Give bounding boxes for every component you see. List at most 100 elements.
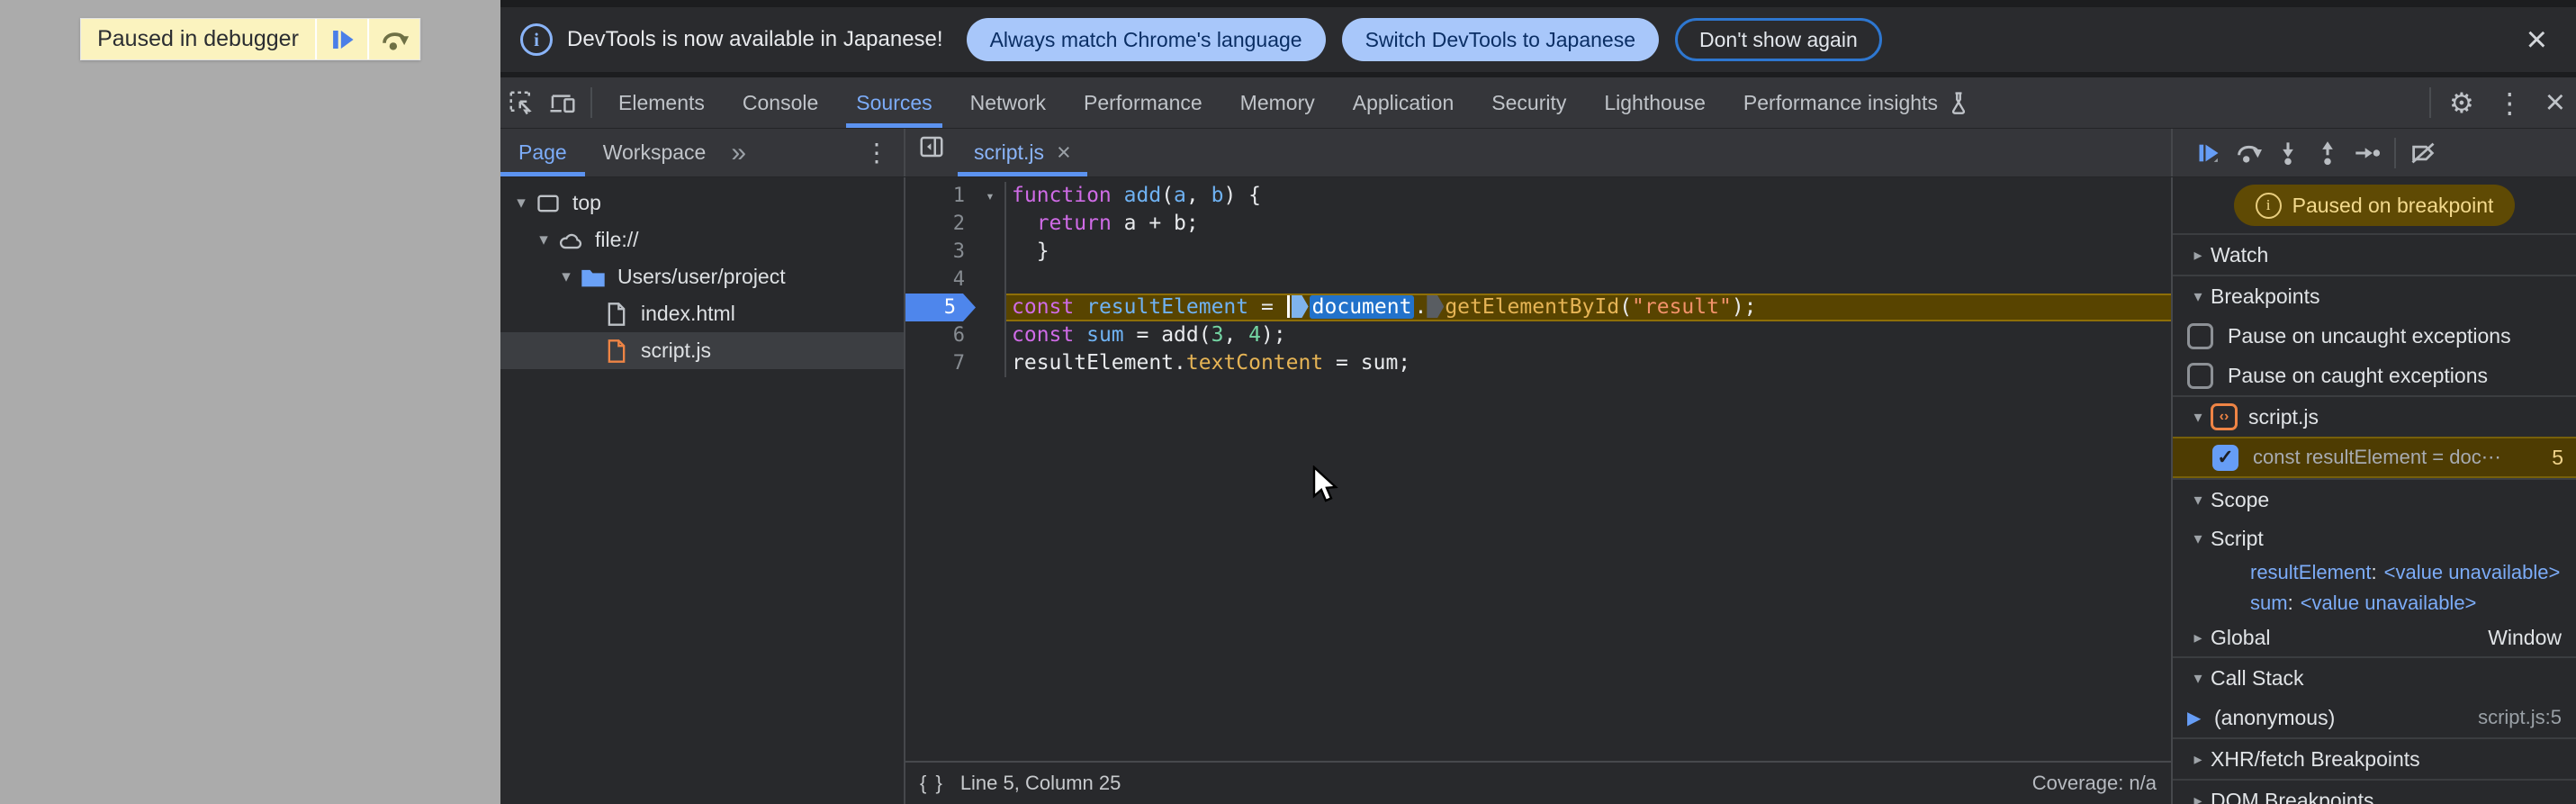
tree-item-script-js[interactable]: script.js xyxy=(500,332,904,369)
scope-variable-row[interactable]: sum: <value unavailable> xyxy=(2173,588,2576,619)
pause-uncaught-exceptions-row[interactable]: Pause on uncaught exceptions xyxy=(2173,316,2576,356)
devtools-close-icon[interactable]: × xyxy=(2535,86,2576,120)
expanded-arrow-icon[interactable]: ▾ xyxy=(2185,529,2211,548)
tree-item-project-folder[interactable]: ▾ Users/user/project xyxy=(500,258,904,295)
code-line-text[interactable]: return a + b; xyxy=(1004,210,2171,238)
tab-workspace[interactable]: Workspace xyxy=(585,129,725,176)
editor-tab-script-js[interactable]: script.js × xyxy=(958,129,1087,176)
tab-network[interactable]: Network xyxy=(951,77,1065,128)
tab-performance-insights[interactable]: Performance insights xyxy=(1725,77,1989,128)
scope-script-group[interactable]: ▾ Script xyxy=(2173,519,2576,557)
section-breakpoints[interactable]: ▾ Breakpoints xyxy=(2173,275,2576,316)
toggle-navigator-icon[interactable] xyxy=(911,129,952,165)
code-line-text[interactable]: resultElement.textContent = sum; xyxy=(1004,349,2171,377)
expand-arrow-icon[interactable]: ▾ xyxy=(532,230,555,250)
tab-application[interactable]: Application xyxy=(1334,77,1473,128)
checkbox-unchecked[interactable] xyxy=(2187,362,2213,389)
code-line[interactable]: 6 const sum = add(3, 4); xyxy=(905,321,2171,349)
checkbox-checked[interactable]: ✓ xyxy=(2212,444,2238,471)
code-line-text[interactable]: const resultElement = document. getElemen… xyxy=(1004,294,2171,321)
tab-memory[interactable]: Memory xyxy=(1221,77,1334,128)
section-xhr-breakpoints[interactable]: ▸ XHR/fetch Breakpoints xyxy=(2173,737,2576,779)
section-dom-breakpoints[interactable]: ▸ DOM Breakpoints xyxy=(2173,779,2576,804)
tab-performance[interactable]: Performance xyxy=(1065,77,1221,128)
settings-gear-icon[interactable]: ⚙ xyxy=(2438,89,2485,117)
tab-console[interactable]: Console xyxy=(724,77,837,128)
fold-arrow-icon[interactable]: ▾ xyxy=(976,182,1004,210)
toolbar-divider-right xyxy=(2429,87,2431,118)
scope-global-group[interactable]: ▸ Global Window xyxy=(2173,619,2576,656)
step-over-button[interactable] xyxy=(2229,133,2268,173)
code-line[interactable]: 1 ▾ function add(a, b) { xyxy=(905,182,2171,210)
line-number[interactable]: 4 xyxy=(905,266,976,294)
editor-tab-close-icon[interactable]: × xyxy=(1057,139,1071,167)
code-line[interactable]: 7 resultElement.textContent = sum; xyxy=(905,349,2171,377)
expanded-arrow-icon[interactable]: ▾ xyxy=(2185,491,2211,510)
dont-show-again-button[interactable]: Don't show again xyxy=(1675,18,1882,61)
line-number[interactable]: 1 xyxy=(905,182,976,210)
breakpoint-entry-row[interactable]: ✓ const resultElement = doc⋯ 5 xyxy=(2173,437,2576,478)
code-editor[interactable]: 1 ▾ function add(a, b) {2 return a + b; 3 }… xyxy=(905,177,2171,804)
tab-elements[interactable]: Elements xyxy=(599,77,724,128)
line-number[interactable]: 6 xyxy=(905,321,976,349)
more-tabs-icon[interactable]: » xyxy=(724,129,753,176)
tree-item-file-protocol[interactable]: ▾ file:// xyxy=(500,221,904,258)
deactivate-breakpoints-button[interactable] xyxy=(2403,133,2443,173)
resume-button[interactable] xyxy=(2189,133,2229,173)
code-line[interactable]: 4 xyxy=(905,266,2171,294)
navigator-menu-icon[interactable]: ⋮ xyxy=(850,129,904,176)
tree-item-top[interactable]: ▾ top xyxy=(500,185,904,221)
variable-value: <value unavailable> xyxy=(2300,592,2477,614)
device-toolbar-icon[interactable] xyxy=(542,85,583,121)
step-into-button[interactable] xyxy=(2268,133,2308,173)
tab-page[interactable]: Page xyxy=(500,129,585,176)
code-area[interactable]: 1 ▾ function add(a, b) {2 return a + b; 3 }… xyxy=(905,177,2171,761)
switch-devtools-japanese-button[interactable]: Switch DevTools to Japanese xyxy=(1341,18,1660,61)
overlay-step-over-button[interactable] xyxy=(368,19,419,59)
collapsed-arrow-icon[interactable]: ▸ xyxy=(2185,750,2211,769)
infobar-close-icon[interactable]: × xyxy=(2514,22,2560,58)
section-scope[interactable]: ▾ Scope xyxy=(2173,478,2576,519)
expanded-arrow-icon[interactable]: ▾ xyxy=(2185,669,2211,688)
section-watch[interactable]: ▸ Watch xyxy=(2173,233,2576,275)
collapsed-arrow-icon[interactable]: ▸ xyxy=(2185,246,2211,265)
overlay-resume-button[interactable] xyxy=(316,19,367,59)
code-line-paused[interactable]: 5 const resultElement = document. getEleme… xyxy=(905,294,2171,321)
pause-caught-exceptions-row[interactable]: Pause on caught exceptions xyxy=(2173,356,2576,395)
code-line-text[interactable]: } xyxy=(1004,238,2171,266)
tree-item-label: script.js xyxy=(641,339,711,362)
code-line-text[interactable]: function add(a, b) { xyxy=(1004,182,2171,210)
expand-arrow-icon[interactable]: ▾ xyxy=(509,193,533,213)
code-line[interactable]: 3 } xyxy=(905,238,2171,266)
tab-sources[interactable]: Sources xyxy=(837,77,950,128)
breakpoints-title: Breakpoints xyxy=(2211,284,2320,308)
line-number[interactable]: 2 xyxy=(905,210,976,238)
step-button[interactable] xyxy=(2347,133,2387,173)
section-call-stack[interactable]: ▾ Call Stack xyxy=(2173,656,2576,698)
scope-variable-row[interactable]: resultElement: <value unavailable> xyxy=(2173,557,2576,588)
collapsed-arrow-icon[interactable]: ▸ xyxy=(2185,791,2211,804)
fold-gutter xyxy=(976,266,1004,294)
code-line-text[interactable]: const sum = add(3, 4); xyxy=(1004,321,2171,349)
expanded-arrow-icon[interactable]: ▾ xyxy=(2185,408,2211,427)
experiment-flask-icon xyxy=(1951,92,1966,114)
expanded-arrow-icon[interactable]: ▾ xyxy=(2185,287,2211,306)
always-match-language-button[interactable]: Always match Chrome's language xyxy=(966,18,1326,61)
inspect-element-icon[interactable] xyxy=(500,85,542,121)
checkbox-unchecked[interactable] xyxy=(2187,322,2213,349)
call-stack-frame[interactable]: ▶ (anonymous) script.js:5 xyxy=(2173,698,2576,737)
tree-item-index-html[interactable]: index.html xyxy=(500,295,904,332)
step-out-button[interactable] xyxy=(2308,133,2347,173)
expand-arrow-icon[interactable]: ▾ xyxy=(554,266,578,287)
code-line-text[interactable] xyxy=(1004,266,2171,294)
pretty-print-icon[interactable]: { } xyxy=(920,772,944,795)
line-number[interactable]: 3 xyxy=(905,238,976,266)
tab-lighthouse[interactable]: Lighthouse xyxy=(1585,77,1725,128)
execution-line-marker[interactable]: 5 xyxy=(905,294,976,321)
collapsed-arrow-icon[interactable]: ▸ xyxy=(2185,628,2211,647)
breakpoint-file-group[interactable]: ▾ ‹› script.js xyxy=(2173,395,2576,437)
line-number[interactable]: 7 xyxy=(905,349,976,377)
tab-security[interactable]: Security xyxy=(1473,77,1585,128)
more-options-icon[interactable]: ⋮ xyxy=(2485,89,2535,117)
code-line[interactable]: 2 return a + b; xyxy=(905,210,2171,238)
